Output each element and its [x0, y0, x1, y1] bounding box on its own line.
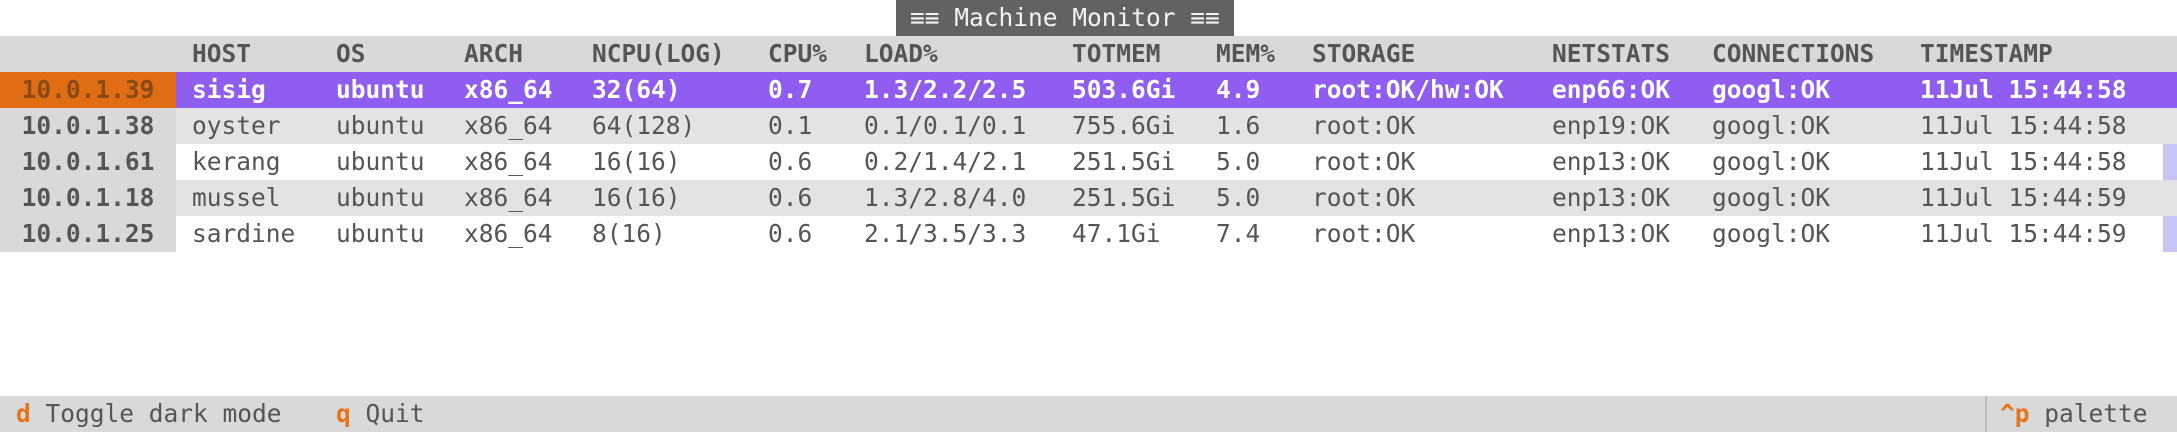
- cell-cpu: 0.7: [768, 75, 813, 104]
- row-ip: 10.0.1.18: [0, 180, 176, 216]
- column-header-host[interactable]: HOST: [192, 36, 251, 72]
- binding-label: Toggle dark mode: [45, 399, 282, 428]
- cell-storage: root:OK: [1312, 183, 1416, 212]
- cell-connections: googl:OK: [1712, 75, 1831, 104]
- scrollbar-thumb[interactable]: [2163, 144, 2177, 180]
- cell-timestamp: 11Jul 15:44:58: [1920, 75, 2127, 104]
- cell-connections: googl:OK: [1712, 219, 1831, 248]
- cell-totmem: 47.1Gi: [1072, 219, 1161, 248]
- cell-cpu: 0.1: [768, 111, 813, 140]
- cell-os: ubuntu: [336, 147, 425, 176]
- cell-netstats: enp13:OK: [1552, 147, 1671, 176]
- scrollbar-thumb[interactable]: [2163, 216, 2177, 252]
- cell-mem: 1.6: [1216, 111, 1261, 140]
- cell-storage: root:OK: [1312, 111, 1416, 140]
- cell-host: sisig: [192, 75, 266, 104]
- cell-os: ubuntu: [336, 183, 425, 212]
- cell-load: 0.2/1.4/2.1: [864, 147, 1027, 176]
- table-row[interactable]: 10.0.1.25 sardine ubuntu x86_64 8(16) 0.…: [0, 216, 2177, 252]
- cell-connections: googl:OK: [1712, 183, 1831, 212]
- cell-arch: x86_64: [464, 75, 553, 104]
- table-row[interactable]: 10.0.1.38 oyster ubuntu x86_64 64(128) 0…: [0, 108, 2177, 144]
- cell-timestamp: 11Jul 15:44:58: [1920, 111, 2127, 140]
- cell-arch: x86_64: [464, 183, 553, 212]
- cell-totmem: 251.5Gi: [1072, 183, 1176, 212]
- column-header-ncpu[interactable]: NCPU(LOG): [592, 36, 725, 72]
- cell-os: ubuntu: [336, 219, 425, 248]
- cell-host: kerang: [192, 147, 281, 176]
- footer-binding-quit[interactable]: q Quit: [336, 396, 425, 432]
- cell-ncpu: 16(16): [592, 147, 681, 176]
- cell-host: sardine: [192, 219, 296, 248]
- column-header-storage[interactable]: STORAGE: [1312, 36, 1415, 72]
- cell-connections: googl:OK: [1712, 111, 1831, 140]
- cell-arch: x86_64: [464, 111, 553, 140]
- column-header-os[interactable]: OS: [336, 36, 366, 72]
- cell-host: oyster: [192, 111, 281, 140]
- table-row[interactable]: 10.0.1.39 sisig ubuntu x86_64 32(64) 0.7…: [0, 72, 2177, 108]
- cell-load: 1.3/2.8/4.0: [864, 183, 1027, 212]
- cell-load: 0.1/0.1/0.1: [864, 111, 1027, 140]
- cell-cpu: 0.6: [768, 183, 813, 212]
- key-d: d: [16, 399, 31, 428]
- cell-totmem: 251.5Gi: [1072, 147, 1176, 176]
- column-header-arch[interactable]: ARCH: [464, 36, 523, 72]
- cell-host: mussel: [192, 183, 281, 212]
- column-header-totmem[interactable]: TOTMEM: [1072, 36, 1161, 72]
- cell-ncpu: 64(128): [592, 111, 696, 140]
- cell-mem: 5.0: [1216, 147, 1261, 176]
- cell-arch: x86_64: [464, 219, 553, 248]
- footer-divider: [1985, 396, 1987, 432]
- footer-binding-toggle-dark[interactable]: d Toggle dark mode: [16, 396, 282, 432]
- cell-load: 1.3/2.2/2.5: [864, 75, 1027, 104]
- column-header-mem[interactable]: MEM%: [1216, 36, 1275, 72]
- cell-os: ubuntu: [336, 111, 425, 140]
- cell-netstats: enp13:OK: [1552, 183, 1671, 212]
- table-row[interactable]: 10.0.1.18 mussel ubuntu x86_64 16(16) 0.…: [0, 180, 2177, 216]
- cell-cpu: 0.6: [768, 147, 813, 176]
- cell-netstats: enp66:OK: [1552, 75, 1671, 104]
- row-ip: 10.0.1.61: [0, 144, 176, 180]
- column-header-cpu[interactable]: CPU%: [768, 36, 827, 72]
- cell-connections: googl:OK: [1712, 147, 1831, 176]
- title-bar: ≡≡ Machine Monitor ≡≡: [0, 0, 2177, 36]
- row-ip: 10.0.1.39: [0, 72, 176, 108]
- key-q: q: [336, 399, 351, 428]
- cell-totmem: 503.6Gi: [1072, 75, 1176, 104]
- cell-ncpu: 8(16): [592, 219, 666, 248]
- cell-load: 2.1/3.5/3.3: [864, 219, 1027, 248]
- footer-bar: d Toggle dark mode q Quit ^p palette: [0, 396, 2177, 432]
- row-ip: 10.0.1.25: [0, 216, 176, 252]
- command-palette-button[interactable]: ^p palette: [2000, 396, 2148, 432]
- cell-mem: 4.9: [1216, 75, 1261, 104]
- cell-netstats: enp19:OK: [1552, 111, 1671, 140]
- cell-totmem: 755.6Gi: [1072, 111, 1176, 140]
- cell-timestamp: 11Jul 15:44:58: [1920, 147, 2127, 176]
- column-header-load[interactable]: LOAD%: [864, 36, 938, 72]
- cell-storage: root:OK/hw:OK: [1312, 75, 1504, 104]
- cell-timestamp: 11Jul 15:44:59: [1920, 183, 2127, 212]
- cell-mem: 7.4: [1216, 219, 1261, 248]
- cell-cpu: 0.6: [768, 219, 813, 248]
- table-row[interactable]: 10.0.1.61 kerang ubuntu x86_64 16(16) 0.…: [0, 144, 2177, 180]
- row-ip: 10.0.1.38: [0, 108, 176, 144]
- binding-label: Quit: [365, 399, 425, 428]
- cell-ncpu: 32(64): [592, 75, 681, 104]
- cell-arch: x86_64: [464, 147, 553, 176]
- cell-storage: root:OK: [1312, 219, 1416, 248]
- cell-mem: 5.0: [1216, 183, 1261, 212]
- column-header-netstats[interactable]: NETSTATS: [1552, 36, 1670, 72]
- key-ctrl-p: ^p: [2000, 399, 2030, 428]
- column-header-timestamp[interactable]: TIMESTAMP: [1920, 36, 2053, 72]
- cell-ncpu: 16(16): [592, 183, 681, 212]
- cell-storage: root:OK: [1312, 147, 1416, 176]
- palette-label: palette: [2044, 399, 2148, 428]
- cell-netstats: enp13:OK: [1552, 219, 1671, 248]
- column-header-connections[interactable]: CONNECTIONS: [1712, 36, 1874, 72]
- app-title: ≡≡ Machine Monitor ≡≡: [896, 0, 1234, 36]
- table-header: HOST OS ARCH NCPU(LOG) CPU% LOAD% TOTMEM…: [0, 36, 2177, 72]
- cell-os: ubuntu: [336, 75, 425, 104]
- cell-timestamp: 11Jul 15:44:59: [1920, 219, 2127, 248]
